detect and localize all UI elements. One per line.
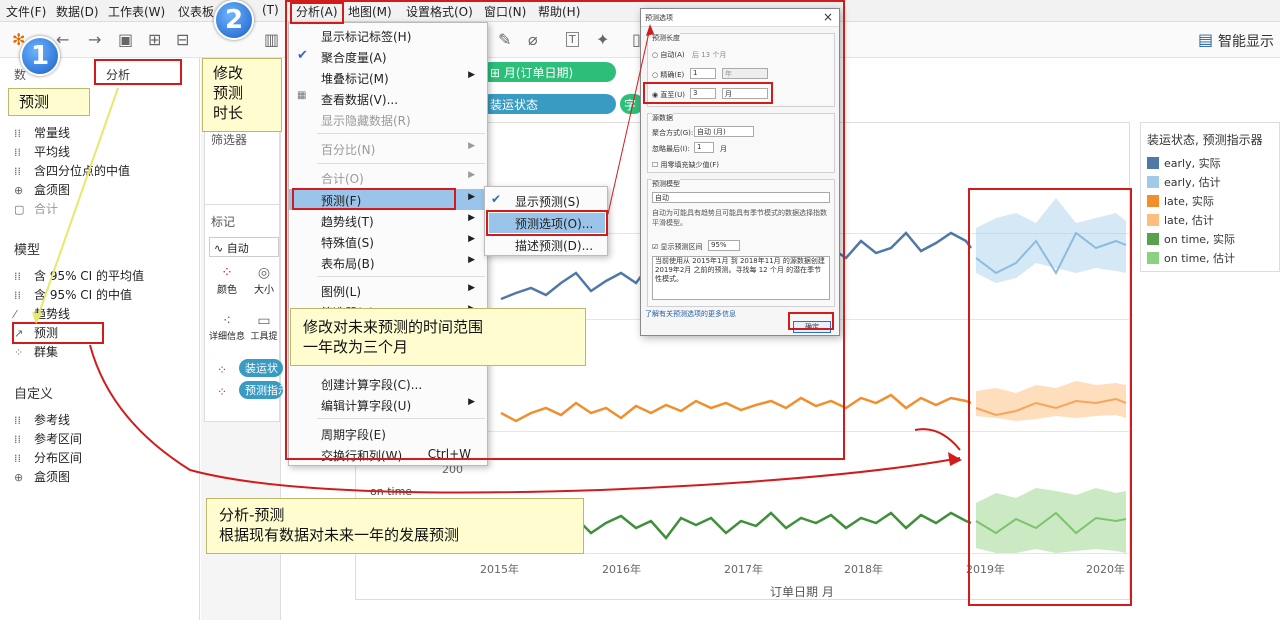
highlight-forecast-options: [486, 210, 608, 236]
datasource-icon[interactable]: ⊟: [176, 30, 189, 49]
x-tick-2015: 2015年: [480, 563, 519, 576]
legend-item[interactable]: on time, 实际: [1147, 231, 1235, 247]
highlight-forecast-menu-item: [292, 188, 456, 210]
legend-swatch: [1147, 252, 1159, 264]
legend-item[interactable]: late, 实际: [1147, 193, 1214, 209]
pill-ship-status[interactable]: 装运状: [239, 359, 283, 377]
item-cluster[interactable]: ⁘ 群集: [14, 343, 58, 360]
smart-show-icon[interactable]: ▤: [1198, 30, 1213, 49]
tooltip-icon: ▭: [257, 313, 271, 329]
legend-swatch: [1147, 195, 1159, 207]
x-tick-2018: 2018年: [844, 563, 883, 576]
menu-story[interactable]: (T): [262, 3, 279, 17]
legend-item[interactable]: early, 估计: [1147, 174, 1221, 190]
legend-item[interactable]: on time, 估计: [1147, 250, 1235, 266]
highlight-analysis-menu: [290, 2, 344, 24]
item-custom-box-plot[interactable]: ⊕ 盒须图: [14, 468, 70, 485]
item-constant-line[interactable]: ⁞⁞ 常量线: [14, 124, 70, 141]
undo-icon[interactable]: ←: [56, 30, 69, 49]
legend-item[interactable]: early, 实际: [1147, 155, 1221, 171]
detail-icon: ⁖: [222, 313, 232, 329]
reference-line-icon: ⁞⁞: [14, 414, 21, 427]
x-tick-2017: 2017年: [724, 563, 763, 576]
item-median-quartiles[interactable]: ⁞⁞ 含四分位点的中值: [14, 162, 130, 179]
menu-worksheet[interactable]: 工作表(W): [108, 3, 165, 20]
pill-forecast-indicator[interactable]: 预测指示: [239, 381, 283, 399]
legend-swatch: [1147, 214, 1159, 226]
step-2-badge: 2: [214, 0, 254, 40]
marks-card: 标记 ∿ 自动 ⁘ 颜色 ◎ 大小 ⁖ 详细信息 ▭ 工具提 ⁘ 装运状 ⁘ 预…: [204, 204, 283, 422]
box-plot-icon: ⊕: [14, 184, 24, 197]
median-ci-icon: ⁞⁞: [14, 289, 21, 302]
save-icon[interactable]: ▣: [118, 30, 133, 49]
highlight-forecast-item: [12, 322, 104, 344]
step-1-badge: 1: [20, 36, 60, 76]
average-line-icon: ⁞⁞: [14, 146, 21, 159]
size-icon: ◎: [257, 265, 271, 281]
item-trend-line[interactable]: ⁄ 趋势线: [14, 305, 70, 322]
mark-type-select[interactable]: ∿ 自动: [209, 237, 279, 257]
highlight-ok-button: [788, 312, 834, 330]
highlight-analytics-tab: [94, 59, 182, 85]
median-icon: ⁞⁞: [14, 165, 21, 178]
callout-forecast: 预测: [8, 88, 90, 116]
filters-title: 筛选器: [211, 133, 248, 147]
menu-data[interactable]: 数据(D): [56, 3, 99, 20]
legend-swatch: [1147, 176, 1159, 188]
item-totals[interactable]: ▢ 合计: [14, 200, 58, 217]
item-reference-band[interactable]: ⁞⁞ 参考区间: [14, 430, 82, 447]
marks-title: 标记: [211, 215, 236, 229]
color-button[interactable]: ⁘ 颜色: [211, 265, 243, 305]
menu-file[interactable]: 文件(F): [6, 3, 46, 20]
auto-mark-icon: ∿: [214, 242, 227, 255]
box-plot-icon: ⊕: [14, 471, 24, 484]
color-dots-icon-2: ⁘: [217, 385, 228, 399]
legend-title: 装运状态, 预测指示器: [1147, 133, 1263, 147]
color-dots-icon: ⁘: [217, 363, 228, 377]
menu-dashboard[interactable]: 仪表板: [178, 3, 214, 20]
section-model: 模型: [14, 243, 41, 258]
x-tick-2016: 2016年: [602, 563, 641, 576]
size-button[interactable]: ◎ 大小: [247, 265, 281, 305]
item-average-line[interactable]: ⁞⁞ 平均线: [14, 143, 70, 160]
tooltip-button[interactable]: ▭ 工具提: [247, 313, 281, 353]
redo-icon[interactable]: →: [88, 30, 101, 49]
detail-button[interactable]: ⁖ 详细信息: [209, 313, 245, 353]
callout-modify-duration: 修改 预测 时长: [202, 58, 282, 132]
new-datasource-icon[interactable]: ⊞: [148, 30, 161, 49]
highlight-forecast-region: [968, 188, 1132, 606]
mean-ci-icon: ⁞⁞: [14, 270, 21, 283]
highlight-until-field: [643, 82, 773, 104]
distribution-band-icon: ⁞⁞: [14, 452, 21, 465]
smart-show-button[interactable]: 智能显示: [1218, 31, 1274, 51]
totals-icon: ▢: [14, 203, 25, 216]
constant-line-icon: ⁞⁞: [14, 127, 21, 140]
callout-modify-range: 修改对未来预测的时间范围 一年改为三个月: [290, 308, 586, 366]
color-icon: ⁘: [221, 265, 233, 281]
legend-item[interactable]: late, 估计: [1147, 212, 1214, 228]
section-custom: 自定义: [14, 387, 54, 402]
item-mean-ci[interactable]: ⁞⁞ 含 95% CI 的平均值: [14, 267, 144, 284]
cluster-icon: ⁘: [14, 346, 24, 359]
callout-analysis-forecast: 分析-预测 根据现有数据对未来一年的发展预测: [206, 498, 584, 554]
x-axis-title: 订单日期 月: [770, 585, 834, 599]
color-legend[interactable]: 装运状态, 预测指示器 early, 实际 early, 估计 late, 实际…: [1140, 122, 1280, 272]
legend-swatch: [1147, 233, 1159, 245]
item-distribution-band[interactable]: ⁞⁞ 分布区间: [14, 449, 82, 466]
item-box-plot[interactable]: ⊕ 盒须图: [14, 181, 70, 198]
legend-swatch: [1147, 157, 1159, 169]
reference-band-icon: ⁞⁞: [14, 433, 21, 446]
item-reference-line[interactable]: ⁞⁞ 参考线: [14, 411, 70, 428]
trend-line-icon: ⁄: [14, 308, 16, 321]
chart-icon[interactable]: ▥: [264, 30, 279, 49]
item-median-ci[interactable]: ⁞⁞ 含 95% CI 的中值: [14, 286, 132, 303]
